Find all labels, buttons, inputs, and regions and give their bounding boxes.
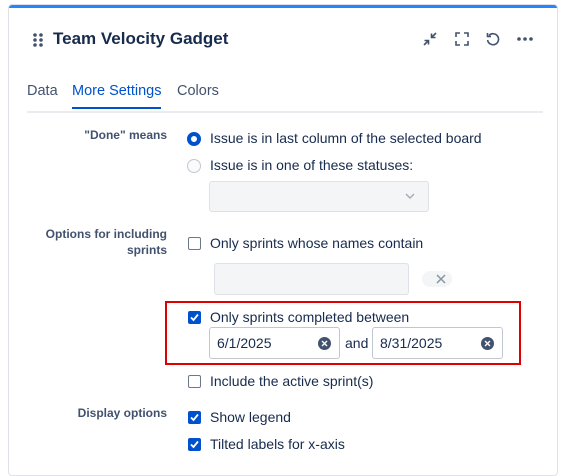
gadget-title: Team Velocity Gadget [53, 29, 229, 48]
checkbox-completed-between-label: Only sprints completed between [210, 309, 410, 325]
tab-more-settings[interactable]: More Settings [72, 83, 162, 109]
start-date-input[interactable]: 6/1/2025 [209, 327, 340, 359]
clear-end-date-icon[interactable] [481, 337, 494, 350]
gadget-card: Team Velocity Gadget Data More Settings [8, 4, 558, 476]
checkbox-include-active-label: Include the active sprint(s) [210, 373, 374, 389]
done-means-label: "Done" means [84, 128, 167, 142]
chevron-down-icon [405, 193, 415, 200]
tab-data[interactable]: Data [27, 83, 58, 99]
checkbox-show-legend[interactable] [188, 411, 201, 424]
status-select[interactable] [209, 181, 429, 212]
more-icon[interactable] [514, 28, 536, 50]
checkbox-tilted-labels-label: Tilted labels for x-axis [210, 436, 345, 452]
and-label: and [345, 335, 369, 351]
checkbox-completed-between[interactable] [188, 311, 201, 324]
minimize-icon[interactable] [419, 28, 441, 50]
refresh-icon[interactable] [482, 28, 504, 50]
checkbox-show-legend-label: Show legend [210, 409, 291, 425]
tab-colors[interactable]: Colors [177, 83, 219, 99]
start-date-value: 6/1/2025 [217, 335, 272, 351]
end-date-value: 8/31/2025 [380, 335, 443, 351]
end-date-input[interactable]: 8/31/2025 [372, 327, 503, 359]
radio-statuses-label: Issue is in one of these statuses: [210, 157, 414, 173]
gadget-header: Team Velocity Gadget [9, 25, 557, 55]
fullscreen-icon[interactable] [451, 28, 473, 50]
close-icon [436, 274, 446, 284]
drag-handle-icon[interactable] [32, 32, 44, 48]
radio-last-column[interactable] [187, 132, 201, 146]
checkbox-name-contains[interactable] [188, 237, 201, 250]
display-options-label: Display options [77, 406, 167, 420]
regex-toggle[interactable] [422, 271, 452, 287]
settings-tabs: Data More Settings Colors [27, 81, 543, 113]
gadget-top-bar [9, 5, 557, 8]
sprint-name-input[interactable] [214, 263, 409, 295]
radio-last-column-label: Issue is in last column of the selected … [210, 130, 482, 146]
checkbox-include-active[interactable] [188, 375, 201, 388]
clear-start-date-icon[interactable] [318, 337, 331, 350]
sprint-options-label: Options for including sprints [45, 227, 167, 257]
checkbox-tilted-labels[interactable] [188, 438, 201, 451]
checkbox-name-contains-label: Only sprints whose names contain [210, 235, 424, 251]
radio-statuses[interactable] [187, 159, 201, 173]
